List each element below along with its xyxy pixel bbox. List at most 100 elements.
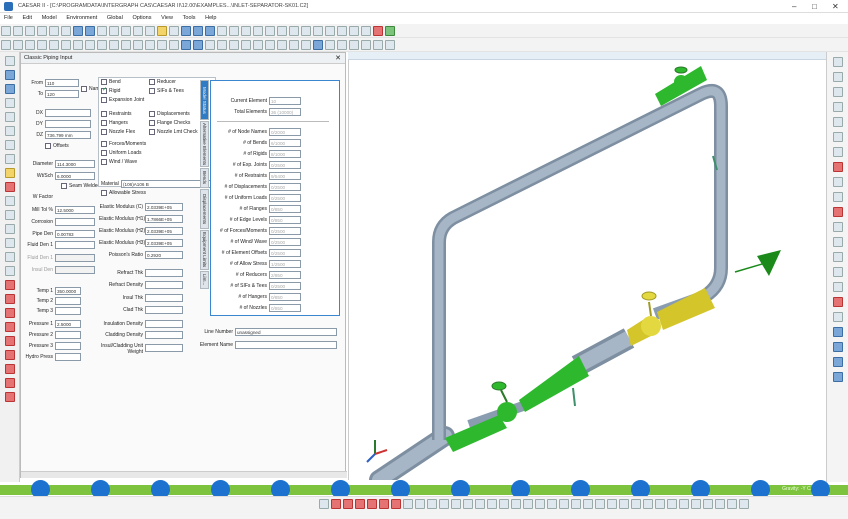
from-input[interactable]: 110: [45, 79, 79, 87]
view-8-icon[interactable]: [415, 499, 425, 509]
cladding-density-input[interactable]: [145, 331, 183, 339]
restraints-checkbox[interactable]: [101, 111, 107, 117]
last-element-icon[interactable]: [4, 112, 15, 122]
break-icon[interactable]: [109, 26, 119, 36]
show-corrosion-icon[interactable]: [832, 357, 843, 367]
view-2-icon[interactable]: [343, 499, 353, 509]
offset-icon[interactable]: [4, 336, 15, 346]
mill-tol-input[interactable]: 12.5000: [55, 206, 95, 214]
restraint-tool-icon[interactable]: [4, 182, 15, 192]
show-valves-icon[interactable]: [832, 252, 843, 262]
pipe-view-icon[interactable]: [217, 26, 227, 36]
error-check-icon[interactable]: [193, 26, 203, 36]
back-view-icon[interactable]: [121, 40, 131, 50]
view-1-icon[interactable]: [331, 499, 341, 509]
refresh-icon[interactable]: [385, 26, 395, 36]
view-25-icon[interactable]: [619, 499, 629, 509]
element-name-input[interactable]: [235, 341, 337, 349]
refract-density-input[interactable]: [145, 281, 183, 289]
to-input[interactable]: 120: [45, 90, 79, 98]
poisson-input[interactable]: 0.2920: [145, 251, 183, 259]
rotate-icon[interactable]: [277, 40, 287, 50]
bend-icon[interactable]: [4, 140, 15, 150]
view-10-icon[interactable]: [439, 499, 449, 509]
cladding-icon[interactable]: [4, 392, 15, 402]
material-icon[interactable]: [4, 350, 15, 360]
menu-options[interactable]: Options: [133, 15, 152, 21]
reducer-checkbox[interactable]: [149, 79, 155, 85]
view-12-icon[interactable]: [463, 499, 473, 509]
maximize-button[interactable]: □: [812, 2, 817, 11]
top-view-icon[interactable]: [133, 40, 143, 50]
tee-icon[interactable]: [325, 26, 335, 36]
view-3-icon[interactable]: [355, 499, 365, 509]
pipe-den-input[interactable]: 0.00783: [55, 230, 95, 238]
undo-icon[interactable]: [73, 26, 83, 36]
show-nozzles-icon[interactable]: [832, 237, 843, 247]
restraint-icon[interactable]: [253, 26, 263, 36]
sifs-tees-checkbox[interactable]: [149, 88, 155, 94]
close-button[interactable]: ✕: [832, 2, 839, 11]
menu-model[interactable]: Model: [42, 15, 57, 21]
menu-environment[interactable]: Environment: [66, 15, 97, 21]
nozzle-flex-checkbox[interactable]: [101, 129, 107, 135]
copy-icon[interactable]: [61, 26, 71, 36]
corrosion-input[interactable]: [55, 218, 95, 226]
menu-view[interactable]: View: [161, 15, 173, 21]
node-icon[interactable]: [229, 26, 239, 36]
view-28-icon[interactable]: [655, 499, 665, 509]
view-18-icon[interactable]: [535, 499, 545, 509]
show-restraints-icon[interactable]: [832, 102, 843, 112]
forces-moments-checkbox[interactable]: [101, 141, 107, 147]
view-21-icon[interactable]: [571, 499, 581, 509]
displacements-checkbox[interactable]: [149, 111, 155, 117]
filter-icon[interactable]: [373, 40, 383, 50]
elastic-c-input[interactable]: 2.0339E+05: [145, 203, 183, 211]
hanger-tool-icon[interactable]: [4, 252, 15, 262]
dz-input[interactable]: 736.799 mm: [45, 131, 91, 139]
elastic-h2-input[interactable]: 2.0339E+05: [145, 227, 183, 235]
view-32-icon[interactable]: [703, 499, 713, 509]
offsets-checkbox[interactable]: [45, 143, 51, 149]
view-4-icon[interactable]: [367, 499, 377, 509]
zoom-element-icon[interactable]: [253, 40, 263, 50]
hangers-checkbox[interactable]: [101, 120, 107, 126]
view-27-icon[interactable]: [643, 499, 653, 509]
show-diameter-icon[interactable]: [832, 327, 843, 337]
valve-icon[interactable]: [361, 26, 371, 36]
display-options-icon[interactable]: [832, 57, 843, 67]
view-15-icon[interactable]: [499, 499, 509, 509]
alert-icon[interactable]: [373, 26, 383, 36]
range-icon[interactable]: [325, 40, 335, 50]
flange-tool-icon[interactable]: [4, 280, 15, 290]
centerline-icon[interactable]: [61, 40, 71, 50]
find-icon[interactable]: [361, 40, 371, 50]
silhouette-icon[interactable]: [73, 40, 83, 50]
refract-thk-input[interactable]: [145, 269, 183, 277]
wind-wave-checkbox[interactable]: [101, 159, 107, 165]
show-flanges-icon[interactable]: [832, 222, 843, 232]
show-wall-icon[interactable]: [832, 342, 843, 352]
plot-icon[interactable]: [169, 26, 179, 36]
view-17-icon[interactable]: [523, 499, 533, 509]
zoom-window-icon[interactable]: [205, 40, 215, 50]
tab-model-status[interactable]: Model Status: [200, 80, 209, 120]
show-wind-icon[interactable]: [832, 192, 843, 202]
show-sifs-icon[interactable]: [832, 267, 843, 277]
tab-more[interactable]: Lim...: [200, 271, 209, 289]
allowable-icon[interactable]: [4, 364, 15, 374]
uniform-load-icon[interactable]: [4, 224, 15, 234]
highlight-icon[interactable]: [157, 26, 167, 36]
tab-alternative-elements[interactable]: Alternative Elements: [200, 121, 209, 167]
list-icon[interactable]: [97, 26, 107, 36]
wind-icon[interactable]: [4, 238, 15, 248]
fluid-den-input[interactable]: [55, 241, 95, 249]
show-lengths-icon[interactable]: [832, 87, 843, 97]
reducer-tool-icon[interactable]: [4, 308, 15, 318]
pressure2-input[interactable]: [55, 331, 81, 339]
perspective-icon[interactable]: [97, 40, 107, 50]
rigid-icon[interactable]: [4, 154, 15, 164]
tab-bends[interactable]: Bends: [200, 168, 209, 188]
show-uniform-icon[interactable]: [832, 177, 843, 187]
temp3-input[interactable]: [55, 307, 81, 315]
